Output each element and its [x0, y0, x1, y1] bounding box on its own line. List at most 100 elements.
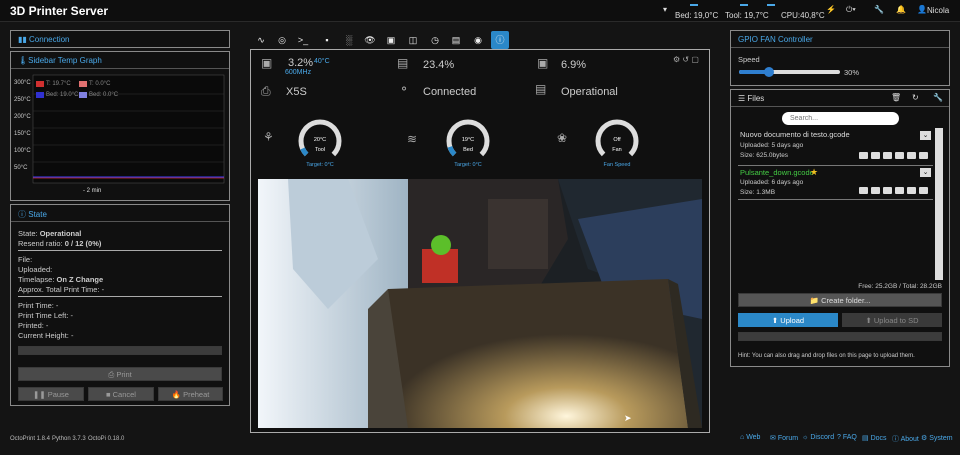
info-icon: ⓘ [18, 210, 29, 219]
tab-dashboard-icon[interactable]: ◉ [469, 31, 487, 49]
gpio-fan-header[interactable]: GPIO FAN Controller [731, 31, 949, 48]
print-icon[interactable] [919, 152, 928, 159]
stop-icon: ■ [106, 390, 113, 399]
printer-status: Operational [561, 86, 618, 98]
legend-tool-target: T: 0.0°C [89, 81, 111, 87]
wifi-icon: ▾ [663, 5, 668, 14]
bed-heater-icon: ≋ [407, 132, 418, 146]
connection-header[interactable]: ▮▮ Connection [11, 31, 229, 48]
tool-gauge-name: Tool [314, 147, 326, 153]
speed-slider-handle[interactable] [764, 67, 775, 77]
memory-percent: 23.4% [423, 59, 455, 71]
pause-button[interactable]: ❚❚ Pause [18, 387, 84, 401]
upload-hint: Hint: You can also drag and drop files o… [738, 353, 915, 359]
print-icon[interactable] [919, 187, 928, 194]
files-search-input[interactable] [782, 112, 899, 125]
footer-link-docs[interactable]: ▤ Docs [862, 434, 887, 442]
chevron-down-icon[interactable]: ⌄ [920, 168, 931, 177]
cpu-temp: 40°C [314, 58, 330, 65]
folder-icon[interactable] [907, 152, 916, 159]
app-title[interactable]: 3D Printer Server [10, 4, 108, 18]
tab-graph-icon[interactable]: ░ [340, 31, 358, 49]
download-icon[interactable] [859, 187, 868, 194]
tab-control-icon[interactable]: ◎ [273, 31, 291, 49]
create-folder-button[interactable]: 📁 Create folder... [738, 293, 942, 307]
tab-layers-icon[interactable]: ▣ [382, 31, 400, 49]
footer-link-web[interactable]: ⌂ Web [740, 434, 760, 441]
progress-bar [18, 346, 222, 355]
wrench-icon[interactable]: 🔧 [933, 93, 943, 102]
dashboard-panel: ▣ 3.2% 40°C 600MHz ▤ 23.4% ▣ 6.9% ⚙ ↺ ▢ … [250, 49, 710, 433]
file-name[interactable]: Nuovo documento di testo.gcode [740, 130, 850, 139]
speed-slider-track[interactable] [739, 67, 840, 77]
delete-icon[interactable] [895, 152, 904, 159]
tab-viewer-icon[interactable]: 👁 [361, 31, 379, 49]
download-icon[interactable] [859, 152, 868, 159]
state-header[interactable]: ⓘ State [11, 205, 229, 222]
tab-timer-icon[interactable]: ◷ [426, 31, 444, 49]
webcam-feed[interactable] [258, 179, 702, 428]
fire-icon: 🔥 [171, 390, 184, 399]
power-menu-icon[interactable]: ⏻▾ [846, 5, 856, 15]
delete-icon[interactable] [895, 187, 904, 194]
edit-icon[interactable] [871, 187, 880, 194]
footer-link-discord[interactable]: ☼ Discord [802, 434, 834, 441]
print-button[interactable]: ⎙ Print [18, 367, 222, 381]
tab-temperature-icon[interactable]: ∿ [252, 31, 270, 49]
navbar: 3D Printer Server ▾ Bed: 19,0°C Tool: 19… [0, 0, 960, 22]
temp-graph-panel: 🌡Sidebar Temp Graph 300°C 250°C 200°C 15… [10, 51, 230, 201]
upload-button[interactable]: ⬆ Upload [738, 313, 838, 327]
footer-link-about[interactable]: ⓘ About [892, 434, 919, 444]
wrench-icon[interactable]: 🔧 [874, 5, 884, 14]
edit-icon[interactable] [871, 152, 880, 159]
files-scrollbar[interactable] [935, 128, 943, 280]
divider [18, 250, 222, 251]
file-name[interactable]: Pulsante_down.gcode [740, 168, 814, 177]
refresh-icon[interactable]: ↻ [912, 93, 919, 102]
upload-sd-button[interactable]: ⬆ Upload to SD [842, 313, 942, 327]
tab-webcam-icon[interactable]: ▪ [318, 31, 336, 49]
files-panel: ☰ Files 🗑 ↻ 🔧 Nuovo documento di testo.g… [730, 89, 950, 367]
legend-bed-actual: Bed: 19.0°C [46, 92, 79, 98]
usb-icon: ⚬ [399, 82, 410, 96]
disk-percent: 6.9% [561, 59, 587, 71]
bell-icon[interactable]: 🔔 [896, 5, 906, 14]
y-tick-label: 300°C [14, 80, 31, 86]
octoprint-version: OctoPrint 1.8.4 [10, 436, 51, 442]
tab-terminal-icon[interactable]: >_ [294, 31, 312, 49]
user-icon[interactable]: 👤 [917, 5, 927, 14]
tab-gcode-icon[interactable]: ▤ [447, 31, 465, 49]
tab-info-icon[interactable]: ⓘ [491, 31, 509, 49]
footer-link-system[interactable]: ⚙ System [921, 434, 953, 442]
cut-icon[interactable] [883, 152, 892, 159]
file-list-item[interactable]: Nuovo documento di testo.gcode Uploaded:… [738, 128, 933, 166]
book-icon: ▤ [862, 435, 871, 442]
footer-link-forum[interactable]: ✉ Forum [770, 434, 798, 442]
footer-link-faq[interactable]: ? FAQ [837, 434, 857, 441]
power-bolt-icon: ⚡ [826, 5, 836, 14]
trash-icon[interactable]: 🗑 [891, 93, 901, 102]
bed-heat-indicator [690, 4, 698, 6]
file-size: Size: 1.3MB [740, 189, 776, 196]
speed-value: 30% [844, 68, 860, 77]
y-tick-label: 200°C [14, 114, 31, 120]
star-icon: ★ [810, 167, 819, 177]
hotend-icon: ⚘ [263, 130, 274, 144]
printer-name: X5S [286, 86, 307, 98]
cut-icon[interactable] [883, 187, 892, 194]
cpu-heat-indicator [767, 4, 775, 6]
folder-icon: 📁 [809, 296, 822, 305]
fan-gauge-name: Fan [612, 147, 622, 153]
chevron-down-icon[interactable]: ⌄ [920, 131, 931, 140]
file-list-item[interactable]: Pulsante_down.gcode ★ Uploaded: 6 days a… [738, 167, 933, 200]
legend-tool-actual: T: 19.7°C [46, 81, 71, 87]
cancel-button[interactable]: ■ Cancel [88, 387, 154, 401]
temp-graph-header[interactable]: 🌡Sidebar Temp Graph [11, 52, 229, 69]
user-menu[interactable]: Nicola [927, 6, 949, 15]
fullscreen-icons[interactable]: ⚙ ↺ ▢ [673, 55, 699, 64]
topbar-bed-temp: Bed: 19,0°C [675, 11, 719, 20]
timelapse-row: Timelapse: On Z Change [18, 275, 104, 284]
tab-files-icon[interactable]: ◫ [404, 31, 422, 49]
folder-icon[interactable] [907, 187, 916, 194]
preheat-button[interactable]: 🔥 Preheat [158, 387, 223, 401]
